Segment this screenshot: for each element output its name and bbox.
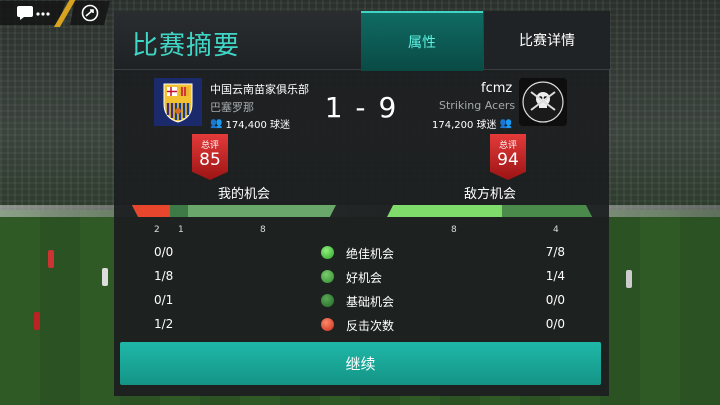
stat-row-great-chances: 0/0 绝佳机会 7/8 [114, 241, 609, 265]
stat-row-counter-attacks: 1/2 反击次数 0/0 [114, 313, 609, 337]
home-bar-tick: 8 [260, 225, 266, 235]
home-rating-value: 85 [199, 150, 221, 170]
away-stat-value: 0/0 [545, 293, 565, 307]
background-player [626, 270, 632, 288]
continue-button[interactable]: 继续 [120, 342, 601, 385]
home-stat-value: 1/2 [154, 317, 174, 331]
away-stat-value: 1/4 [545, 269, 565, 283]
share-button[interactable] [70, 1, 110, 25]
away-stat-value: 7/8 [545, 245, 565, 259]
away-bar-tick: 4 [553, 225, 559, 235]
home-bar-counter-segment [132, 205, 170, 217]
fans-icon: 👥 [499, 118, 512, 129]
home-stat-value: 1/8 [154, 269, 174, 283]
my-chances-label: 我的机会 [218, 187, 271, 202]
tab-match-details[interactable]: 比赛详情 [483, 11, 610, 69]
home-stat-value: 0/1 [154, 293, 174, 307]
stat-row-good-chances: 1/8 好机会 1/4 [114, 265, 609, 289]
panel-header: 比赛摘要 属性 比赛详情 [114, 11, 610, 71]
background-player [48, 250, 54, 268]
away-bar-good-segment [502, 205, 592, 217]
home-bar-tick: 2 [154, 225, 160, 235]
home-chances-bar [132, 205, 336, 217]
soccer-ball-icon [321, 246, 334, 259]
stat-label: 基础机会 [346, 295, 395, 309]
chat-icon [17, 6, 50, 20]
away-stat-value: 0/0 [545, 317, 565, 331]
soccer-ball-icon [321, 318, 334, 331]
home-rating-badge: 总评 85 [192, 134, 228, 180]
home-bar-tick: 1 [178, 225, 184, 235]
stat-label: 好机会 [346, 271, 383, 285]
background-player [34, 312, 40, 330]
enemy-chances-label: 敌方机会 [464, 187, 517, 202]
away-club-name: Striking Acers [439, 99, 516, 112]
away-rating-value: 94 [497, 150, 519, 170]
away-fans: 174,200 球迷 👥 [432, 116, 512, 131]
away-bar-tick: 8 [451, 225, 457, 235]
away-fans-count: 174,200 球迷 [432, 120, 497, 131]
away-rating-badge: 总评 94 [490, 134, 526, 180]
soccer-ball-icon [321, 270, 334, 283]
away-crest-icon [519, 78, 567, 126]
skull-crest-icon [519, 78, 567, 126]
away-chances-bar [387, 205, 592, 217]
stat-label: 反击次数 [346, 319, 395, 333]
tab-attributes[interactable]: 属性 [361, 11, 483, 71]
home-stat-value: 0/0 [154, 245, 174, 259]
top-hud [0, 0, 110, 27]
share-icon [81, 4, 99, 22]
background-player [102, 268, 108, 286]
stat-row-basic-chances: 0/1 基础机会 0/0 [114, 289, 609, 313]
away-team-name: fcmz [481, 81, 513, 96]
match-summary-panel: 比赛摘要 属性 比赛详情 中国云南苗家俱乐部 巴塞罗那 👥 174,400 球迷… [114, 11, 610, 396]
soccer-ball-icon [321, 294, 334, 307]
home-bar-basic-segment [170, 205, 188, 217]
page-title: 比赛摘要 [132, 31, 241, 61]
stat-label: 绝佳机会 [346, 247, 395, 261]
